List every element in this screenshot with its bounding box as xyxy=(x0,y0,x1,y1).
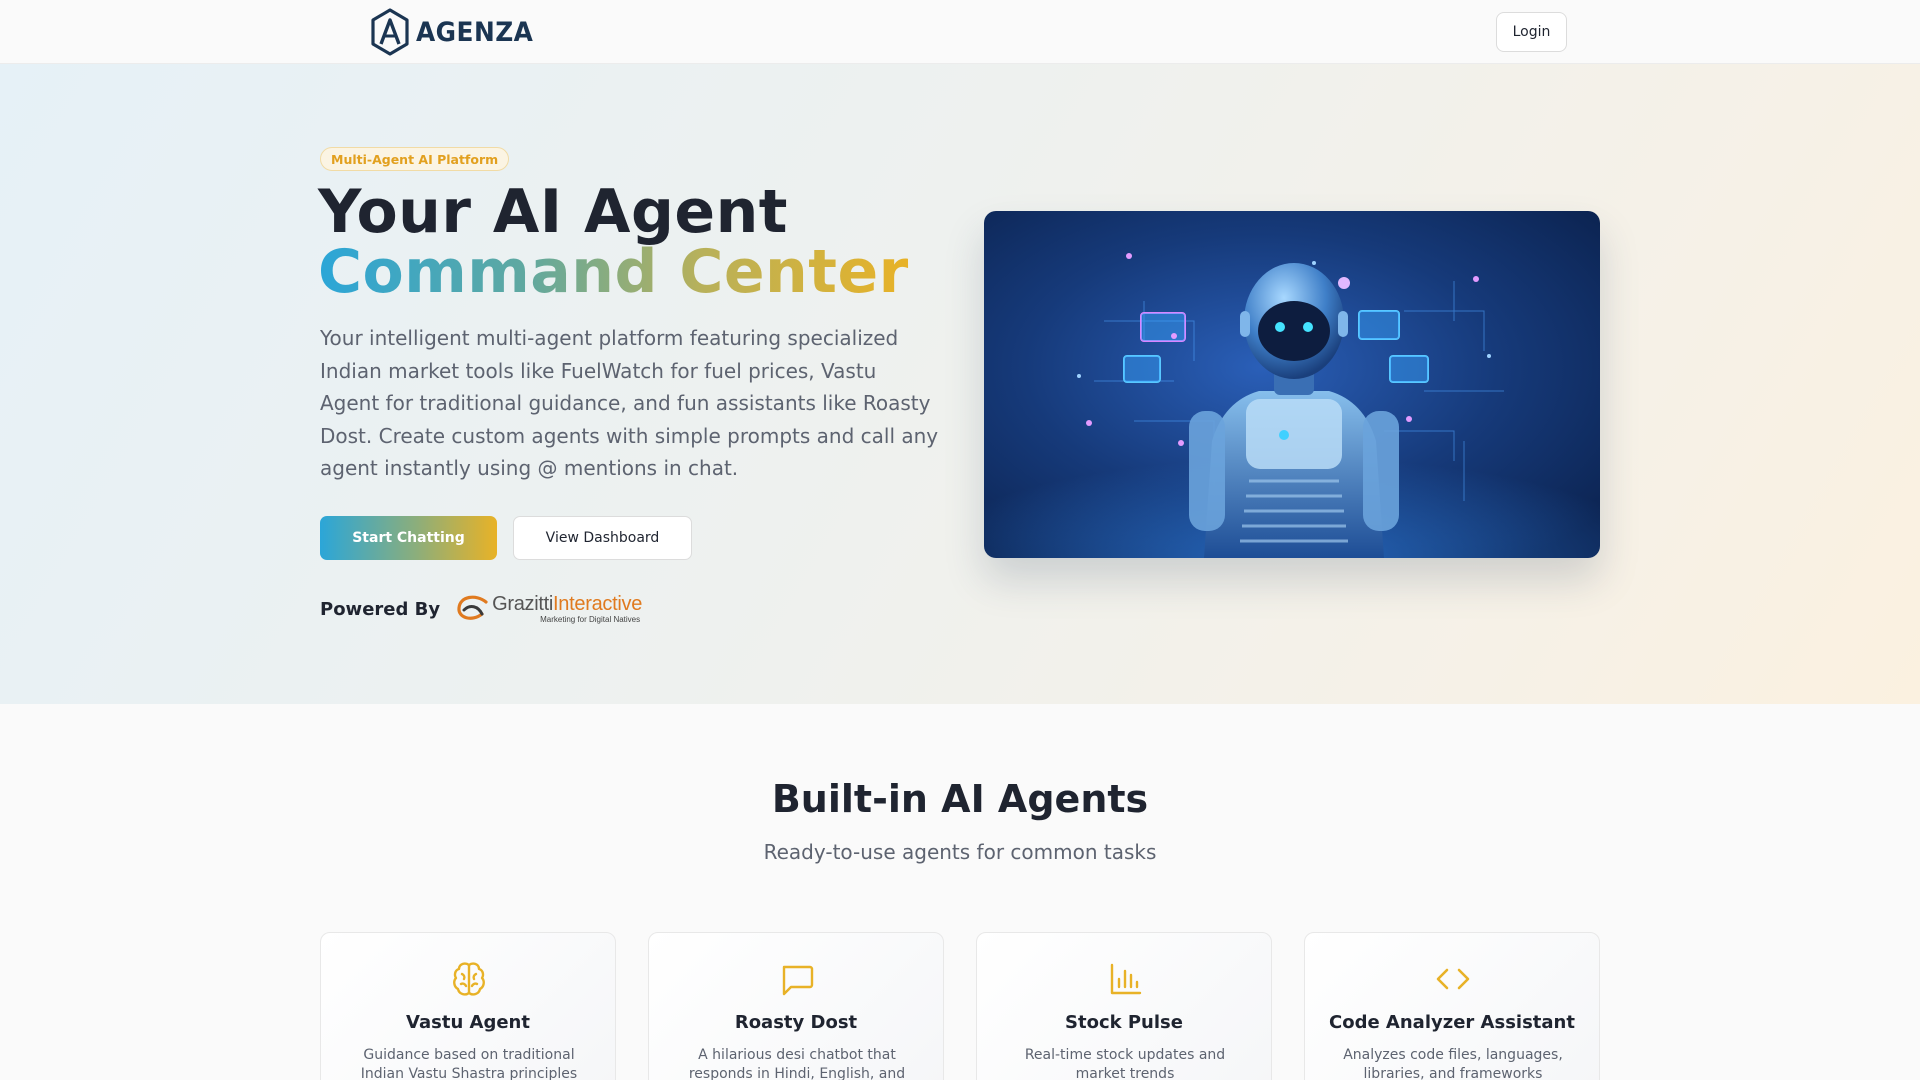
grazitti-logo[interactable]: GrazittiInteractive Marketing for Digita… xyxy=(456,594,642,624)
platform-badge: Multi-Agent AI Platform xyxy=(320,147,510,171)
agent-card-title: Stock Pulse xyxy=(1065,1012,1183,1033)
agenza-logo[interactable]: AGENZA xyxy=(370,8,544,56)
start-chatting-button[interactable]: Start Chatting xyxy=(320,516,497,560)
bar-chart-icon xyxy=(1110,963,1142,995)
hero-section: Multi-Agent AI Platform Your AI Agent Co… xyxy=(0,64,1920,704)
grazitti-swoosh-icon xyxy=(457,595,488,620)
agent-card-roasty-dost[interactable]: Roasty Dost A hilarious desi chatbot tha… xyxy=(648,932,944,1080)
grazitti-name: GrazittiInteractive xyxy=(492,593,643,615)
agenza-logo-icon xyxy=(371,8,409,56)
logo-text: AGENZA xyxy=(416,16,534,48)
powered-by-label: Powered By xyxy=(320,598,441,620)
section-subtitle: Ready-to-use agents for common tasks xyxy=(763,840,1157,864)
agent-card-description: A hilarious desi chatbot that responds i… xyxy=(688,1047,906,1080)
view-dashboard-button[interactable]: View Dashboard xyxy=(513,516,692,560)
agent-card-stock-pulse[interactable]: Stock Pulse Real-time stock updates and … xyxy=(976,932,1272,1080)
chat-bubble-icon xyxy=(782,965,814,996)
agent-card-title: Roasty Dost xyxy=(734,1012,858,1033)
robot-hero-image xyxy=(984,211,1600,558)
agent-card-vastu[interactable]: Vastu Agent Guidance based on traditiona… xyxy=(320,932,616,1080)
agent-card-title: Code Analyzer Assistant xyxy=(1329,1012,1575,1033)
agent-card-code-analyzer[interactable]: Code Analyzer Assistant Analyzes code fi… xyxy=(1304,932,1600,1080)
brain-icon xyxy=(453,962,485,996)
section-title: Built-in AI Agents xyxy=(771,777,1149,821)
agent-card-description: Guidance based on traditional Indian Vas… xyxy=(360,1047,578,1080)
hero-heading-line1: Your AI Agent xyxy=(318,177,788,247)
hero-heading: Your AI Agent Command Center xyxy=(318,182,909,302)
top-navbar: AGENZA Login xyxy=(0,0,1920,64)
hero-heading-line2: Command Center xyxy=(318,237,909,307)
agent-card-description: Analyzes code files, languages, librarie… xyxy=(1343,1047,1563,1080)
code-icon xyxy=(1436,968,1470,990)
powered-by: Powered By GrazittiInteractive Marketing… xyxy=(320,594,642,624)
hero-description: Your intelligent multi-agent platform fe… xyxy=(320,326,939,480)
login-button[interactable]: Login xyxy=(1496,12,1567,52)
grazitti-tagline: Marketing for Digital Natives xyxy=(540,615,641,624)
agent-card-description: Real-time stock updates and market trend… xyxy=(1024,1047,1226,1080)
agent-card-title: Vastu Agent xyxy=(406,1012,530,1033)
robot-illustration xyxy=(984,211,1600,558)
